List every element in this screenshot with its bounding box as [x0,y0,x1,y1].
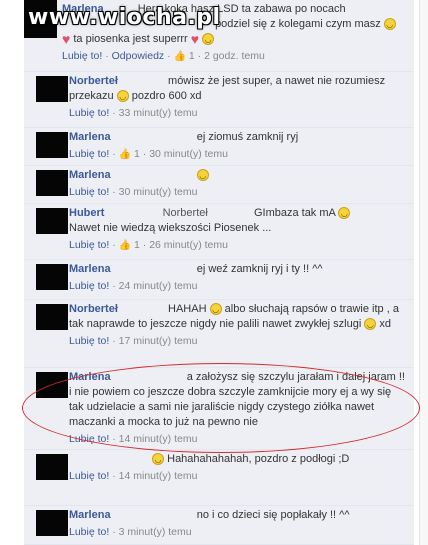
smiley-icon: ◡ [116,90,129,103]
comment-text: Nawet nie wiedzą wiekszości Piosenek ... [69,222,272,234]
heart-icon: ♥ [62,31,71,48]
timestamp[interactable]: 17 minut(y) temu [119,335,198,347]
like-count: 1 [188,50,195,62]
comment-meta: Lubię to! · 👍 1 · 26 minut(y) temu [69,239,228,251]
thumbs-up-icon: 👍 [118,240,132,251]
comment: Marlena a założysz się szczylu jarałam i… [24,368,414,450]
comment-text: podziel się z kolegami czym masz [215,18,381,30]
avatar[interactable] [36,208,68,234]
comment-meta: Lubię to! · 14 minut(y) temu [69,433,198,445]
like-link[interactable]: Lubię to! [69,148,109,160]
comment-text: ej weź zamknij ryj i ty !! ^^ [196,263,323,275]
avatar[interactable] [36,454,68,480]
smiley-icon: ◡ [338,207,351,220]
timestamp[interactable]: 30 minut(y) temu [149,148,228,160]
comment-text: xd [379,318,392,330]
comment-author[interactable]: Marlena [69,169,111,181]
like-link[interactable]: Lubię to! [69,335,109,347]
avatar[interactable] [36,264,68,290]
timestamp[interactable]: 3 minut(y) temu [119,526,192,538]
watermark: www.wiocha.pl [28,5,221,30]
wink-smiley-icon: ◡ [202,33,215,46]
avatar[interactable] [36,510,68,536]
like-count: 1 [134,148,140,160]
comment-text: GImbaza tak mA [253,207,336,219]
comment: Norberteł mówisz że jest super, a nawet … [24,72,414,128]
timestamp[interactable]: 24 minut(y) temu [119,280,198,292]
avatar[interactable] [36,76,68,102]
comment: Marlena ◡ Lubię to! · 30 minut(y) temu [24,166,414,204]
avatar[interactable] [36,304,68,330]
comment-text: albo słuchają rapsów o trawie itp , a ta… [69,303,399,330]
smiley-icon: ◡ [383,18,396,31]
timestamp[interactable]: 14 minut(y) temu [119,470,198,482]
tagged-user[interactable]: Norberteł [163,207,208,219]
thumbs-up-icon: 👍 [173,51,186,62]
comment-text: Hahahahahahah, pozdro z podłogi ;D [167,453,350,465]
timestamp[interactable]: 33 minut(y) temu [119,107,198,119]
scrollbar-track[interactable] [419,0,428,545]
comment: Marlena ej ziomuś zamknij ryj Lubię to! … [24,128,414,166]
like-link[interactable]: Lubię to! [62,50,102,62]
like-link[interactable]: Lubię to! [69,526,109,538]
comment-author[interactable]: Norberteł [69,303,118,315]
comment-author[interactable]: Marlena [69,509,111,521]
comment: Marlena no i co dzieci się popłakały !! … [24,506,414,545]
smiley-icon: ◡ [364,318,377,331]
like-link[interactable]: Lubię to! [69,280,109,292]
timestamp[interactable]: 30 minut(y) temu [119,186,198,198]
like-link[interactable]: Lubię to! [69,470,109,482]
like-count: 1 [134,239,140,251]
comment-meta: Lubię to! · 24 minut(y) temu [69,280,198,292]
comment: Hubert Norberteł GImbaza tak mA ◡ Nawet … [24,204,414,260]
comment-meta: Lubię to! · 17 minut(y) temu [69,335,198,347]
like-link[interactable]: Lubię to! [69,186,109,198]
reply-link[interactable]: Odpowiedz [112,50,165,62]
comment-text: ej ziomuś zamknij ryj [196,131,299,143]
avatar[interactable] [36,170,68,196]
comment-author[interactable]: Marlena [69,131,111,143]
smiley-icon: ◡ [209,303,222,316]
comment-text: pozdro 600 xd [131,90,202,102]
like-link[interactable]: Lubię to! [69,433,109,445]
timestamp[interactable]: 26 minut(y) temu [149,239,228,251]
comment-meta: Lubię to! · 👍 1 · 30 minut(y) temu [69,148,228,160]
comment-author[interactable]: Marlena [69,263,111,275]
comment-text: no i co dzieci się popłakały !! ^^ [196,509,350,521]
heart-icon: ♥ [190,31,200,48]
comment-meta: Lubię to! · 30 minut(y) temu [69,186,198,198]
avatar[interactable] [36,132,68,158]
comment: ◡ Hahahahahahah, pozdro z podłogi ;D Lub… [24,450,414,506]
comment-author[interactable]: Marlena [69,371,111,383]
smiley-icon: ◡ [152,453,165,466]
comment-author[interactable]: Norberteł [69,75,118,87]
comment-author[interactable]: Hubert [69,207,104,219]
comment-meta: Lubię to! · 3 minut(y) temu [69,526,192,538]
comment-meta: Lubię to! · Odpowiedz · 👍 1 · 2 godz. te… [62,50,265,62]
comment-meta: Lubię to! · 14 minut(y) temu [69,470,198,482]
timestamp[interactable]: 14 minut(y) temu [119,433,198,445]
like-link[interactable]: Lubię to! [69,107,109,119]
avatar[interactable] [36,372,68,398]
comment-meta: Lubię to! · 33 minut(y) temu [69,107,198,119]
smiley-icon: ◡ [196,169,209,182]
comment-text: ta piosenka jest superrr [73,33,188,45]
timestamp[interactable]: 2 godz. temu [204,50,265,62]
comment-text: a założysz się szczylu jarałam i dalej j… [69,371,405,428]
comment-text: HAHAH [168,303,207,315]
thumbs-up-icon: 👍 [118,149,132,160]
comment: Norberteł HAHAH ◡ albo słuchają rapsów o… [24,300,414,368]
comment: Marlena ej weź zamknij ryj i ty !! ^^ Lu… [24,260,414,300]
like-link[interactable]: Lubię to! [69,239,109,251]
